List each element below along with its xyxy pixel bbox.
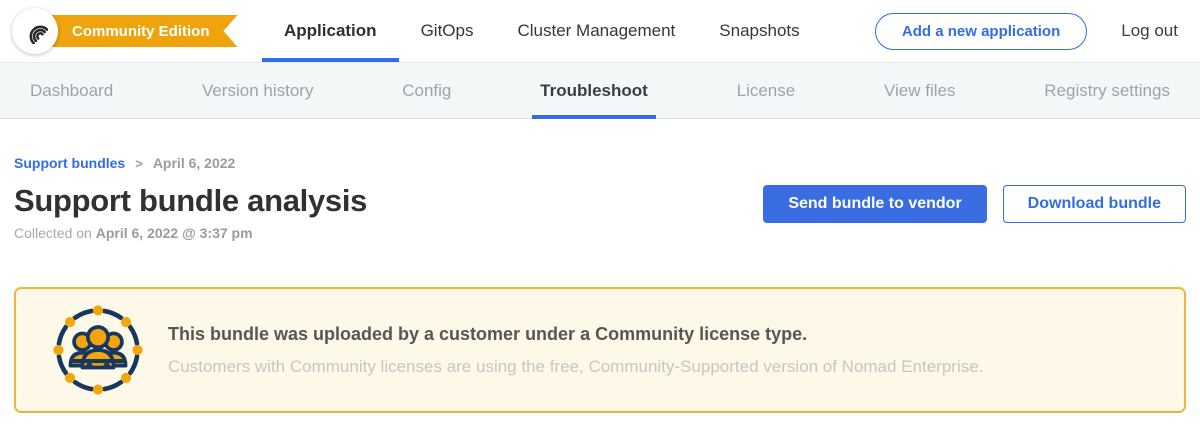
title-block: Support bundle analysis Collected on Apr… [14, 183, 367, 241]
header-right: Add a new application Log out [822, 0, 1200, 62]
logout-link[interactable]: Log out [1121, 21, 1178, 41]
tab-application[interactable]: Application [262, 0, 399, 62]
subnav-item-dashboard[interactable]: Dashboard [26, 63, 117, 118]
community-license-notice: This bundle was uploaded by a customer u… [14, 287, 1186, 413]
community-edition-label: Community Edition [72, 23, 210, 40]
collected-timestamp: April 6, 2022 @ 3:37 pm [96, 225, 253, 241]
collected-on-text: Collected on April 6, 2022 @ 3:37 pm [14, 225, 367, 241]
breadcrumb-support-bundles-link[interactable]: Support bundles [14, 155, 125, 171]
replicated-logo [12, 8, 58, 54]
breadcrumb-separator: > [135, 156, 143, 171]
tab-cluster-management[interactable]: Cluster Management [495, 0, 697, 62]
app-subnav: Dashboard Version history Config Trouble… [0, 62, 1200, 119]
subnav-item-troubleshoot[interactable]: Troubleshoot [536, 63, 652, 118]
replicated-wave-icon [22, 18, 48, 44]
collected-prefix: Collected on [14, 225, 92, 241]
notice-text: This bundle was uploaded by a customer u… [168, 324, 983, 377]
subnav-item-view-files[interactable]: View files [880, 63, 960, 118]
primary-nav: Application GitOps Cluster Management Sn… [262, 0, 822, 62]
add-application-button[interactable]: Add a new application [875, 13, 1087, 50]
subnav-item-version-history[interactable]: Version history [198, 63, 318, 118]
download-bundle-button[interactable]: Download bundle [1003, 185, 1186, 223]
community-people-icon [52, 304, 144, 396]
subnav-item-license[interactable]: License [733, 63, 800, 118]
notice-heading: This bundle was uploaded by a customer u… [168, 324, 983, 345]
top-header: Community Edition Application GitOps Clu… [0, 0, 1200, 62]
community-edition-badge: Community Edition [36, 15, 238, 47]
notice-body: Customers with Community licenses are us… [168, 357, 983, 377]
subnav-item-registry-settings[interactable]: Registry settings [1040, 63, 1174, 118]
send-bundle-to-vendor-button[interactable]: Send bundle to vendor [763, 185, 986, 223]
brand: Community Edition [0, 0, 262, 62]
breadcrumb-current: April 6, 2022 [153, 155, 236, 171]
page-title: Support bundle analysis [14, 183, 367, 219]
subnav-item-config[interactable]: Config [398, 63, 455, 118]
main-content: Support bundles > April 6, 2022 Support … [0, 155, 1200, 413]
breadcrumb: Support bundles > April 6, 2022 [14, 155, 1186, 171]
bundle-actions: Send bundle to vendor Download bundle [763, 185, 1186, 223]
title-row: Support bundle analysis Collected on Apr… [14, 183, 1186, 241]
tab-gitops[interactable]: GitOps [399, 0, 496, 62]
tab-snapshots[interactable]: Snapshots [697, 0, 821, 62]
